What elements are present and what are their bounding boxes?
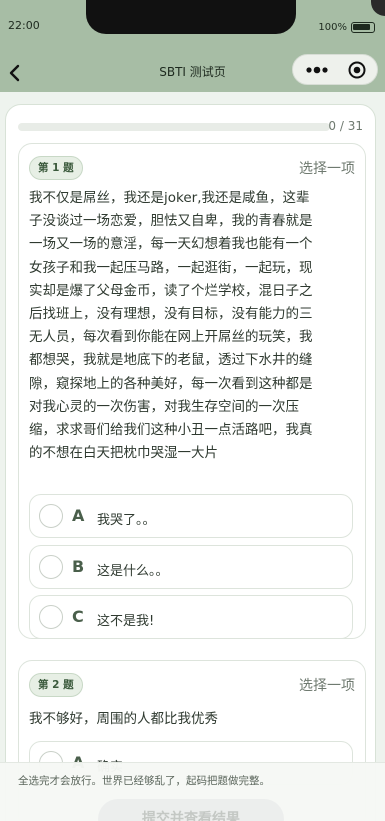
quiz-card: 0 / 31 第 1 题 选择一项 我不仅是屌丝，我还是joker,我还是咸鱼，…: [5, 104, 376, 821]
footer-bar: 全选完才会放行。世界已经够乱了，起码把题做完整。 提交并查看结果: [0, 762, 385, 821]
question-hint: 选择一项: [299, 161, 355, 177]
option-letter: A: [72, 506, 85, 525]
question-text-line: 无人员，每次看到你能在网上开屌丝的玩笑，我: [29, 329, 313, 346]
option-letter: C: [72, 607, 84, 626]
more-dots-icon[interactable]: [303, 60, 333, 80]
question-text-line: 我不仅是屌丝，我还是joker,我还是咸鱼，这辈: [29, 190, 310, 206]
question-text-line: 女孩子和我一起压马路，一起逛街，一起玩，现: [29, 259, 313, 276]
progress-count: 0 / 31: [328, 119, 363, 133]
radio-button[interactable]: [39, 504, 63, 528]
battery-percent: 100%: [318, 22, 347, 33]
status-bar: 22:00 100%: [0, 0, 385, 52]
question-text-line: 一场又一场的意淫，每一天幻想着我也能有一个: [29, 236, 313, 253]
question-text: 我不够好，周围的人都比我优秀: [29, 708, 353, 731]
question-text-line: 的不想在白天把枕巾哭湿一大片: [29, 445, 218, 462]
option-letter: B: [72, 557, 85, 576]
question-number-badge: 第 1 题: [29, 156, 83, 180]
question-number-badge: 第 2 题: [29, 673, 83, 697]
footer-hint: 全选完才会放行。世界已经够乱了，起码把题做完整。: [18, 775, 270, 787]
radio-button[interactable]: [39, 555, 63, 579]
status-time: 22:00: [8, 19, 40, 32]
option-text: 这不是我!: [97, 614, 155, 629]
question-text: 我不仅是屌丝，我还是joker,我还是咸鱼，这辈 子没谈过一场恋爱，胆怯又自卑，…: [29, 187, 353, 465]
option-b[interactable]: B 这是什么。。: [29, 545, 353, 589]
question-text-line: 后找班上，没有理想，没有目标，没有能力的三: [29, 306, 313, 323]
close-target-icon[interactable]: [347, 60, 367, 80]
option-text: 这是什么。。: [97, 564, 169, 579]
radio-button[interactable]: [39, 605, 63, 629]
option-c[interactable]: C 这不是我!: [29, 595, 353, 639]
question-text-line: 缩，求求哥们给我们这种小丑一点活路吧，我真: [29, 422, 313, 439]
mini-program-capsule: [292, 54, 378, 85]
progress-bar: [18, 123, 330, 131]
question-text-line: 我不够好，周围的人都比我优秀: [29, 711, 218, 727]
option-a[interactable]: A 我哭了。。: [29, 494, 353, 538]
question-text-line: 对我心灵的一次伤害，对我生存空间的一次压: [29, 398, 299, 415]
device-corner: [371, 0, 385, 16]
question-text-line: 都想哭，我就是地底下的老鼠，透过下水井的缝: [29, 352, 313, 369]
question-text-line: 实却是爆了父母金币，读了个烂学校，混日子之: [29, 282, 313, 299]
submit-button[interactable]: 提交并查看结果: [98, 799, 284, 821]
option-text: 我哭了。。: [97, 513, 156, 528]
battery-icon: [351, 22, 375, 33]
question-card-1: 第 1 题 选择一项 我不仅是屌丝，我还是joker,我还是咸鱼，这辈 子没谈过…: [18, 143, 366, 639]
question-text-line: 子没谈过一场恋爱，胆怯又自卑，我的青春就是: [29, 213, 313, 230]
question-text-line: 隙，窥探地上的各种美好，每一次看到这种都是: [29, 375, 313, 392]
nav-bar: SBTI 测试页: [0, 52, 385, 92]
question-hint: 选择一项: [299, 678, 355, 694]
device-notch: [86, 0, 296, 34]
